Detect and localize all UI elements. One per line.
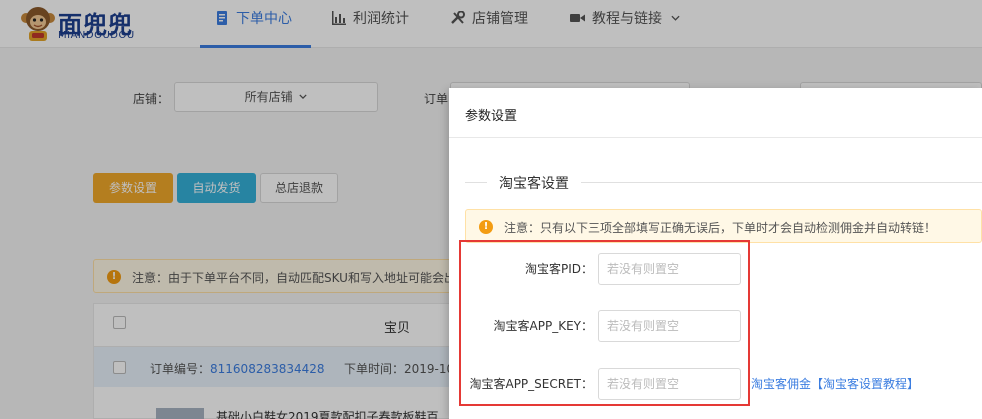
warning-icon: ! — [479, 220, 493, 234]
highlight-box — [459, 240, 750, 406]
dialog-title: 参数设置 — [465, 109, 518, 124]
dialog-header: 参数设置 — [449, 88, 982, 138]
tutorial-links[interactable]: 淘宝客佣金【淘宝客设置教程】 — [751, 375, 919, 392]
dialog-alert-text: 注意：只有以下三项全部填写正确无误后，下单时才会自动检测佣金并自动转链！ — [504, 221, 937, 235]
dialog-alert: ! 注意：只有以下三项全部填写正确无误后，下单时才会自动检测佣金并自动转链！ — [465, 209, 982, 243]
section-title: 淘宝客设置 — [487, 173, 581, 193]
